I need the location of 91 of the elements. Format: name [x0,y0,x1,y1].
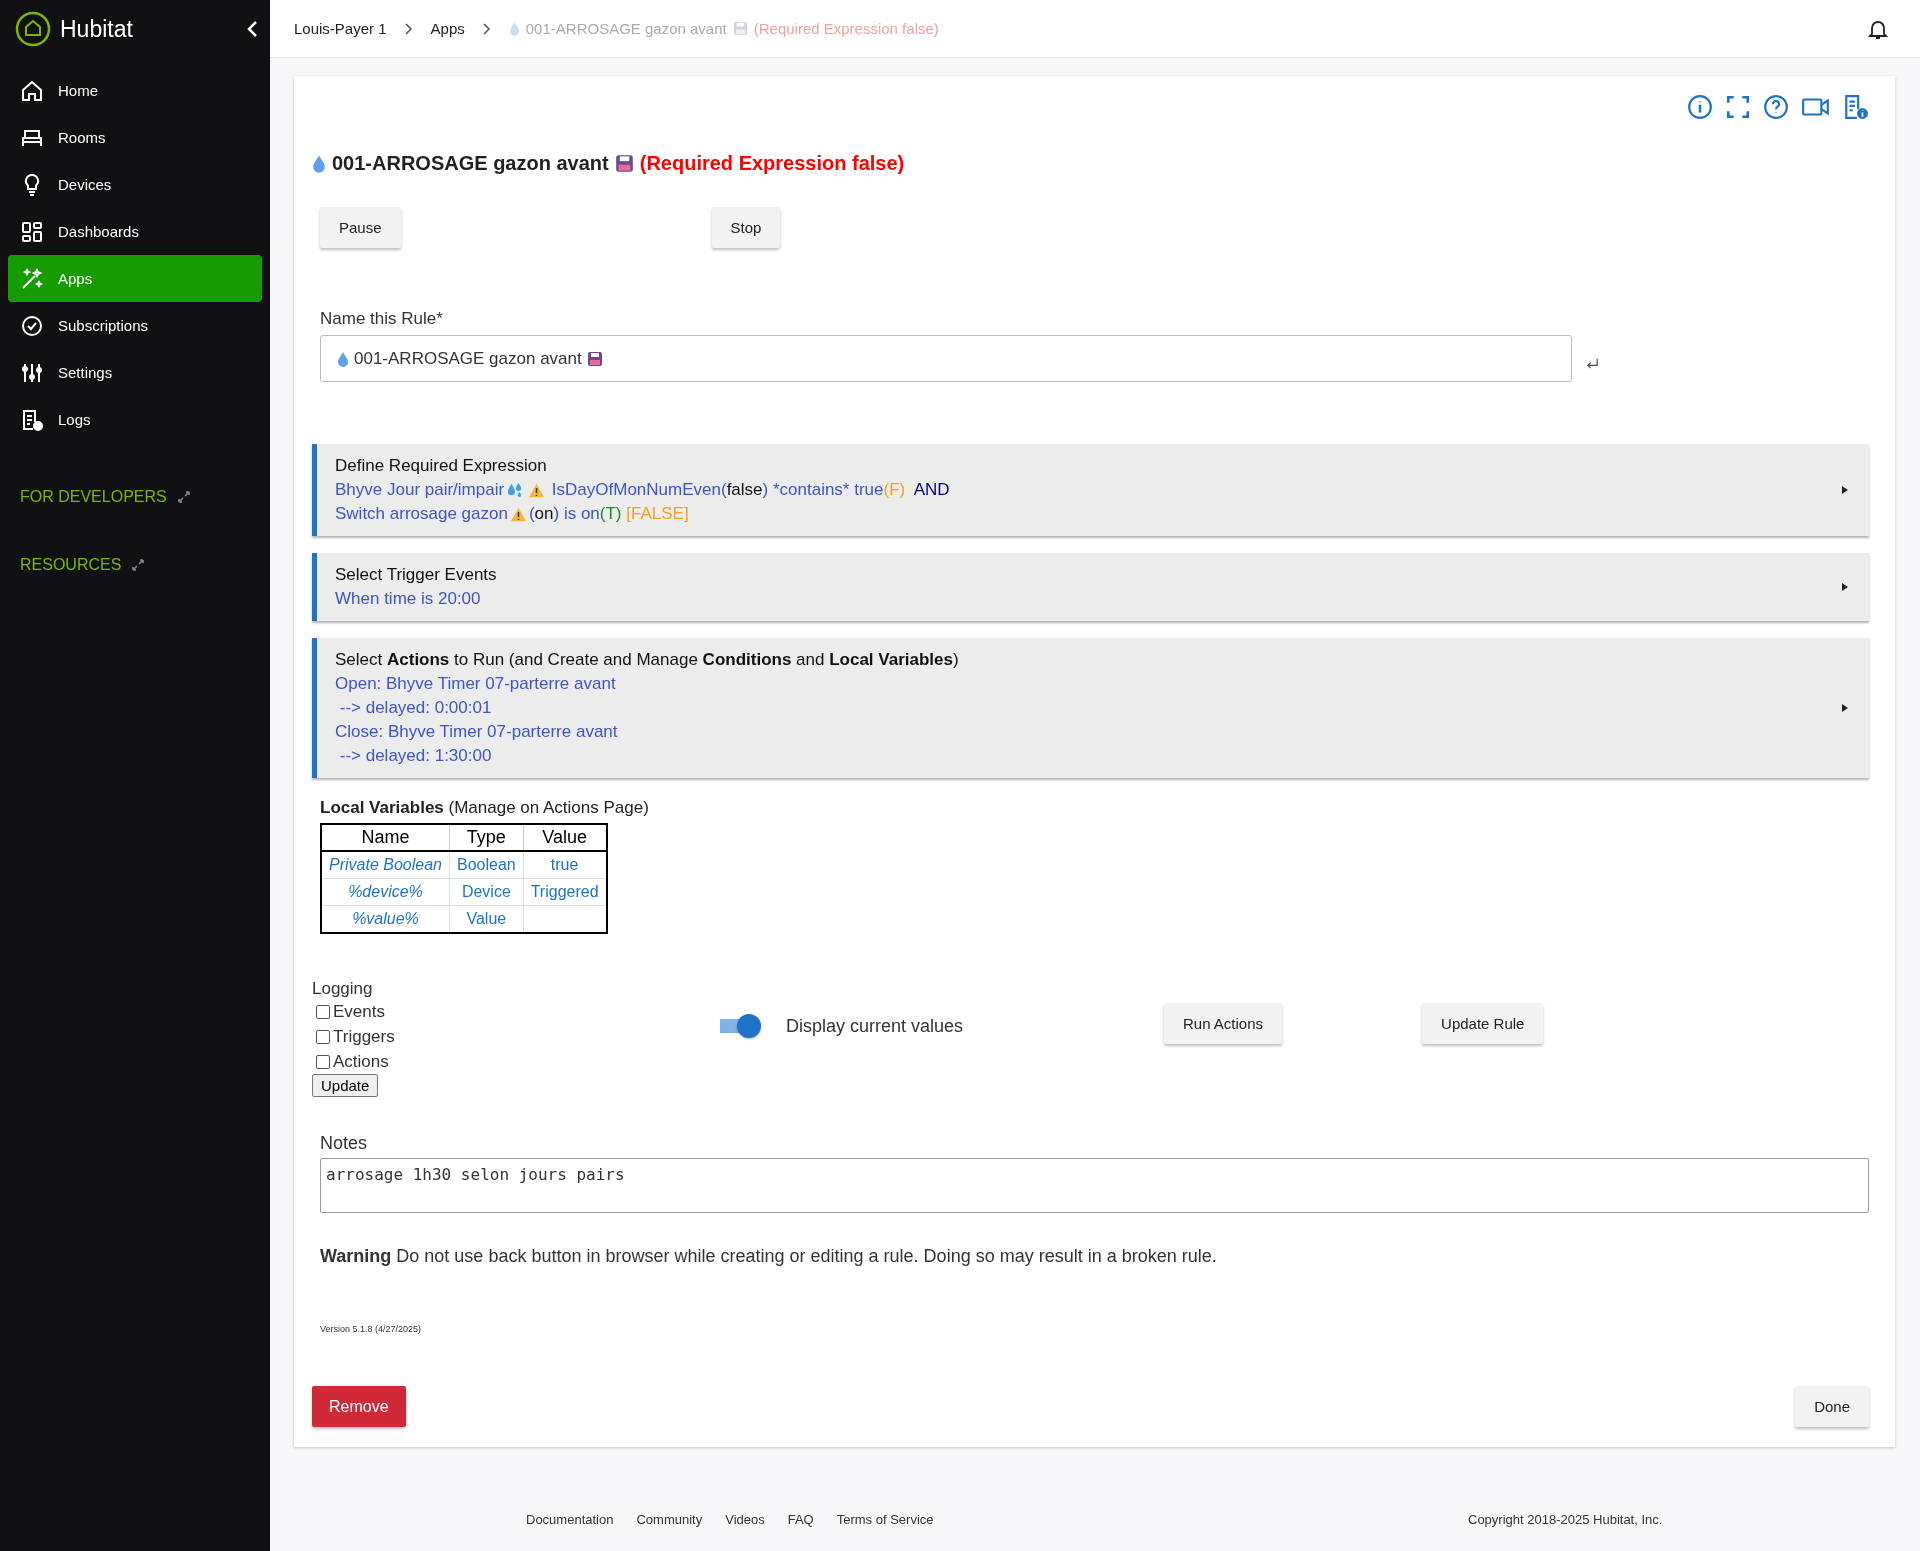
section-summary: Bhyve Jour pair/impair IsDayOfMonNumEven(false) *contains* true(F) AND [335,479,951,501]
footer-link[interactable]: FAQ [787,1512,814,1527]
section-summary: --> delayed: 0:00:01 [338,697,493,719]
rule-button[interactable]: Stop [711,207,781,248]
checkbox-label: Events [333,1001,385,1022]
logging-label: Logging [312,979,374,999]
column-header: Type [449,824,524,851]
update-button[interactable]: Update [312,1074,379,1097]
log-info-icon[interactable] [1843,94,1869,120]
table-cell: Boolean [449,851,524,879]
rule-title: 001-ARROSAGE gazon avant [332,152,609,175]
warning-icon [528,482,546,498]
footer-link[interactable]: Community [636,1512,703,1527]
checkbox[interactable] [316,1004,330,1019]
caret-icon [1841,485,1849,495]
home-icon [20,78,44,103]
help-icon[interactable] [1763,94,1789,120]
droplet-icon [312,154,326,173]
chevron-icon [404,22,413,35]
section-summary: Open: Bhyve Timer 07-parterre avant [335,673,617,695]
expand-icon [131,558,146,572]
apps-icon [20,266,44,291]
nav-item[interactable]: Home [8,67,262,114]
nav-item[interactable]: Apps [8,255,262,302]
checkbox[interactable] [316,1054,330,1069]
warning-text: Warning Do not use back button in browser while creating or editing a rule. Doing so may result in a broken rule. [320,1246,1218,1267]
logo-icon [15,11,51,47]
section-summary: Switch arrosage gazon (on) is on(T) [FALSE] [335,503,690,525]
breadcrumb-status: (Required Expression false) [753,20,939,37]
fullscreen-icon[interactable] [1725,94,1751,120]
sidebar-link-label: FOR DEVELOPERS [20,488,167,506]
notes-label: Notes [320,1133,369,1154]
checkbox-label: Triggers [333,1026,395,1047]
field-value: 001-ARROSAGE gazon avant [354,348,582,369]
section-title: Select Trigger Events [335,564,498,586]
caret-icon [1841,582,1849,592]
breadcrumb-link[interactable]: Apps [430,20,465,37]
dashboards-icon [20,219,44,244]
rule-status: (Required Expression false) [639,152,905,175]
footer-link[interactable]: Terms of Service [836,1512,934,1527]
rule-section[interactable]: Define Required Expression Bhyve Jour pair/impair IsDayOfMonNumEven(false) *contains* true(F) AND Switch arrosage gazon (on) is on(T) [FALSE] [312,444,1869,536]
rule-section[interactable]: Select Trigger Events When time is 20:00 [312,553,1869,621]
droplet-icon [508,21,520,36]
return-icon [1586,357,1599,370]
copyright-text: Copyright 2018-2025 Hubitat, Inc. [1468,1512,1663,1527]
breadcrumb-current: 001-ARROSAGE gazon avant [525,20,727,37]
section-summary: When time is 20:00 [335,588,482,610]
version-text: Version 5.1.8 (4/27/2025) [320,1324,423,1334]
nav-item[interactable]: Subscriptions [8,302,262,349]
nav-item[interactable]: Logs [8,396,262,443]
logs-icon [20,407,44,432]
section-summary: Close: Bhyve Timer 07-parterre avant [335,721,619,743]
sidebar-link[interactable]: FOR DEVELOPERS [0,488,211,506]
nav-item[interactable]: Settings [8,349,262,396]
action-button[interactable]: Run Actions [1164,1003,1283,1044]
sidebar-link[interactable]: RESOURCES [0,556,166,574]
breadcrumb-link[interactable]: Louis-Payer 1 [294,20,387,37]
nav-item[interactable]: Rooms [8,114,262,161]
expand-icon [176,490,191,504]
field-label: Name this Rule* [320,309,444,329]
info-icon[interactable] [1687,94,1713,120]
footer-link[interactable]: Documentation [526,1512,614,1527]
rule-section[interactable]: Select Actions to Run (and Create and Manage Conditions and Local Variables) Open: Bhyve Timer 07-parterre avant --> delayed: 0:00:01 Close: Bhyve Timer 07-parterre avant --> delayed: 1:30:00 [312,638,1869,778]
nav-item[interactable]: Dashboards [8,208,262,255]
table-cell: Device [449,878,524,906]
warning-icon [509,506,527,522]
droplet-icon [337,350,349,367]
sidebar-link-label: RESOURCES [20,556,122,574]
rule-name-field[interactable]: 001-ARROSAGE gazon avant [320,335,1572,382]
footer-link[interactable]: Videos [725,1512,765,1527]
section-title: Define Required Expression [335,455,548,477]
collapse-icon[interactable] [246,20,258,38]
table-cell: Private Boolean [321,851,450,879]
subscriptions-icon [20,313,44,338]
checkbox[interactable] [316,1029,330,1044]
rule-button[interactable]: Pause [320,207,401,248]
column-header: Name [321,824,450,851]
toggle-label: Display current values [786,1015,964,1037]
brand-name: Hubitat [60,15,134,43]
nav-item[interactable]: Devices [8,161,262,208]
section-title: Select Actions to Run (and Create and Manage Conditions and Local Variables) [335,649,960,671]
remove-button[interactable]: Remove [312,1386,406,1427]
notes-field[interactable]: arrosage 1h30 selon jours pairs [320,1158,1869,1213]
checkbox-label: Actions [333,1051,389,1072]
section-summary: --> delayed: 1:30:00 [338,745,493,767]
chevron-icon [482,22,491,35]
local-variables-heading: Local Variables (Manage on Actions Page) [320,798,650,818]
done-button[interactable]: Done [1795,1386,1869,1427]
caret-icon [1841,703,1849,713]
table-cell: %device% [321,878,450,906]
action-button[interactable]: Update Rule [1422,1003,1544,1044]
